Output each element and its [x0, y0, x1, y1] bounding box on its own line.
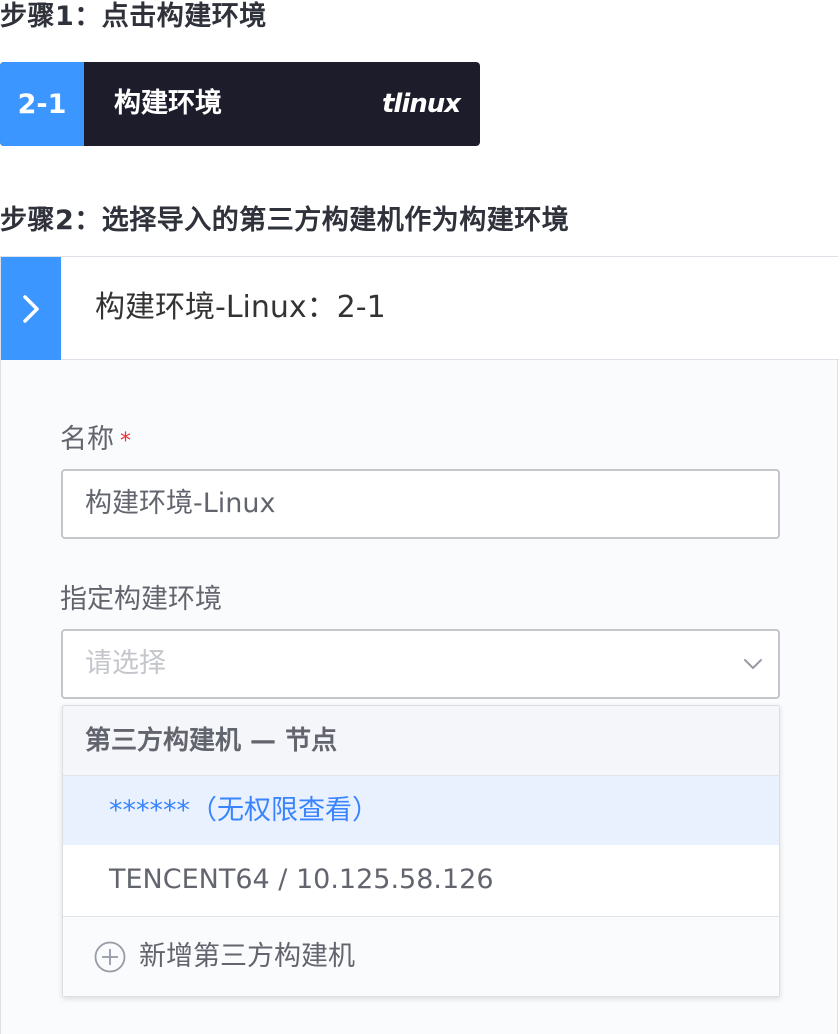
plus-circle-icon	[94, 941, 126, 973]
select-placeholder: 请选择	[85, 648, 166, 679]
dropdown-option-tencent64[interactable]: TENCENT64 / 10.125.58.126	[63, 845, 779, 914]
name-label-text: 名称	[60, 424, 114, 455]
build-env-dropdown: 第三方构建机 — 节点 ******（无权限查看） TENCENT64 / 10…	[62, 705, 780, 997]
tlinux-logo: tlinux	[382, 89, 461, 119]
build-env-panel: 构建环境-Linux：2-1 名称 * 构建环境-Linux 指定构建环境 请选择…	[0, 256, 839, 1034]
build-env-atom-card[interactable]: 2-1 构建环境 tlinux	[0, 62, 480, 146]
add-build-machine-label: 新增第三方构建机	[139, 941, 355, 972]
chevron-down-icon	[744, 659, 762, 669]
chevron-right-icon	[23, 294, 39, 323]
name-input[interactable]: 构建环境-Linux	[61, 469, 780, 539]
atom-name: 构建环境	[114, 88, 222, 119]
step1-title: 步骤1：点击构建环境	[0, 1, 267, 32]
panel-header[interactable]: 构建环境-Linux：2-1	[1, 257, 839, 360]
panel-title: 构建环境-Linux：2-1	[95, 290, 386, 325]
build-env-field-label: 指定构建环境	[60, 584, 222, 615]
collapse-toggle-button[interactable]	[1, 257, 61, 360]
step2-title: 步骤2：选择导入的第三方构建机作为构建环境	[0, 205, 570, 236]
add-build-machine-button[interactable]: 新增第三方构建机	[63, 916, 779, 996]
required-mark: *	[120, 429, 131, 454]
name-field-label: 名称 *	[60, 417, 131, 456]
dropdown-group-header: 第三方构建机 — 节点	[63, 706, 779, 776]
dropdown-option-no-permission[interactable]: ******（无权限查看）	[63, 776, 779, 845]
atom-index: 2-1	[0, 62, 84, 146]
build-env-select[interactable]: 请选择	[61, 629, 780, 699]
